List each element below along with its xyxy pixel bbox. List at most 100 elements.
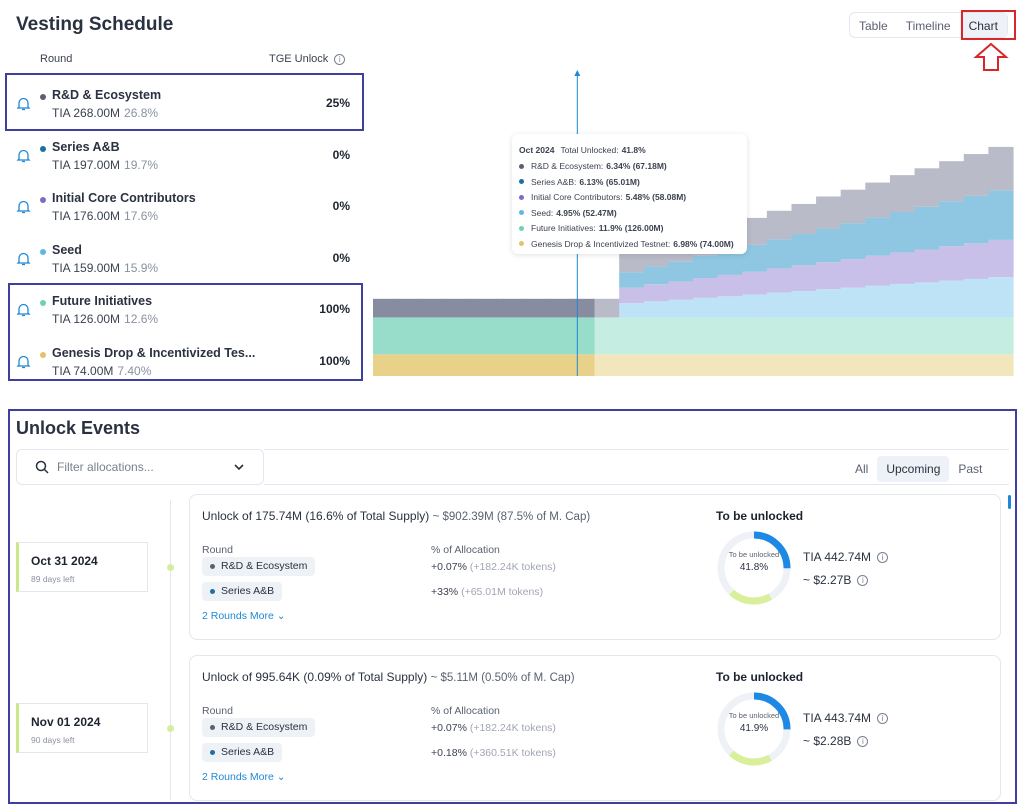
- area-step-future-initiatives: [791, 317, 817, 355]
- more-rounds-link[interactable]: 2 Rounds More ⌄: [202, 771, 286, 783]
- area-step-series-a-b: [889, 212, 916, 253]
- round-name: Series A&B: [221, 585, 275, 597]
- tia-value: TIA 442.74M: [803, 550, 872, 564]
- area-step-seed: [865, 285, 891, 318]
- allocation-pct: +33%: [431, 586, 459, 598]
- area-step-r-d-ecosystem: [471, 298, 497, 318]
- info-icon[interactable]: i: [877, 552, 889, 564]
- area-step-genesis-drop-incentivized-testnet: [693, 354, 719, 376]
- vesting-row[interactable]: Series A&B TIA 197.00M 19.7% 0%: [16, 138, 356, 186]
- area-step-future-initiatives: [545, 317, 571, 355]
- area-step-future-initiatives: [840, 317, 866, 355]
- highlight-box: [8, 283, 363, 381]
- area-step-r-d-ecosystem: [520, 298, 546, 318]
- scrollbar[interactable]: [1008, 495, 1011, 509]
- unlock-amount: Unlock of 175.74M (16.6% of Total Supply…: [202, 509, 430, 523]
- round-chip: Series A&B: [202, 743, 283, 762]
- area-step-r-d-ecosystem: [816, 196, 842, 229]
- area-step-r-d-ecosystem: [939, 161, 965, 202]
- round-chip: R&D & Ecosystem: [202, 718, 316, 737]
- round-tokens: TIA 176.00M: [52, 209, 121, 223]
- bell-icon[interactable]: [16, 148, 32, 164]
- tooltip-item-label: Initial Core Contributors:: [531, 192, 623, 203]
- area-step-genesis-drop-incentivized-testnet: [643, 354, 669, 376]
- donut-label: To be unlocked: [728, 711, 780, 720]
- legend-dot: [519, 225, 524, 231]
- area-step-seed: [619, 303, 645, 318]
- round-tokens: TIA 197.00M: [52, 157, 121, 172]
- round-amount: TIA 197.00M 19.7%: [52, 158, 158, 172]
- tab-table[interactable]: Table: [850, 13, 897, 37]
- usd-value: ~ $2.28B: [803, 734, 852, 748]
- area-step-seed: [791, 291, 817, 318]
- area-step-genesis-drop-incentivized-testnet: [397, 354, 423, 376]
- tooltip-item-label: R&D & Ecosystem:: [531, 161, 604, 172]
- legend-dot: [519, 179, 524, 185]
- more-rounds-link[interactable]: 2 Rounds More ⌄: [202, 610, 286, 622]
- area-step-future-initiatives: [816, 317, 842, 355]
- area-step-initial-core-contributors: [840, 259, 866, 288]
- column-allocation: % of Allocation: [431, 705, 500, 717]
- area-step-r-d-ecosystem: [373, 298, 399, 318]
- tooltip-item: Seed: 4.95% (52.47M): [519, 205, 740, 221]
- tab-all[interactable]: All: [846, 456, 877, 482]
- area-step-r-d-ecosystem: [766, 210, 793, 240]
- info-icon[interactable]: i: [334, 53, 346, 65]
- days-left: 89 days left: [31, 574, 75, 584]
- round-share: 15.9%: [124, 260, 159, 275]
- tooltip-item-label: Seed:: [531, 207, 554, 218]
- area-step-initial-core-contributors: [816, 262, 842, 290]
- vesting-row[interactable]: Initial Core Contributors TIA 176.00M 17.…: [16, 189, 356, 237]
- round-chip: Series A&B: [202, 582, 283, 601]
- tab-upcoming[interactable]: Upcoming: [877, 456, 950, 482]
- tooltip-item-value: 6.34% (67.18M): [606, 161, 667, 172]
- round-color-dot: [210, 588, 215, 594]
- column-tge-label: TGE Unlock: [269, 53, 329, 65]
- tab-past[interactable]: Past: [949, 456, 991, 482]
- area-step-genesis-drop-incentivized-testnet: [742, 354, 768, 376]
- tab-timeline[interactable]: Timeline: [897, 13, 960, 37]
- area-step-r-d-ecosystem: [963, 154, 989, 196]
- info-icon[interactable]: i: [877, 713, 889, 725]
- more-rounds-label: 2 Rounds More: [202, 771, 274, 783]
- round-name: R&D & Ecosystem: [221, 560, 308, 572]
- tooltip-item: Initial Core Contributors: 5.48% (58.08M): [519, 190, 740, 206]
- area-step-genesis-drop-incentivized-testnet: [939, 354, 965, 376]
- area-step-genesis-drop-incentivized-testnet: [766, 354, 793, 376]
- area-step-initial-core-contributors: [988, 239, 1014, 278]
- area-step-initial-core-contributors: [766, 268, 793, 293]
- area-step-genesis-drop-incentivized-testnet: [619, 354, 645, 376]
- area-step-seed: [693, 297, 719, 318]
- tooltip-item-value: 5.48% (58.08M): [625, 192, 687, 203]
- area-step-future-initiatives: [397, 317, 423, 355]
- bell-icon[interactable]: [16, 251, 32, 267]
- vesting-row[interactable]: Seed TIA 159.00M 15.9% 0%: [16, 241, 356, 289]
- search-icon: [35, 460, 49, 474]
- timeline-dot: [167, 725, 174, 732]
- legend-dot: [519, 194, 524, 200]
- area-step-initial-core-contributors: [717, 274, 743, 297]
- area-step-genesis-drop-incentivized-testnet: [988, 354, 1014, 376]
- area-step-r-d-ecosystem: [496, 298, 522, 318]
- round-name: R&D & Ecosystem: [221, 721, 308, 733]
- area-step-seed: [963, 278, 989, 318]
- info-icon[interactable]: i: [857, 575, 869, 587]
- area-step-future-initiatives: [766, 317, 793, 355]
- info-icon[interactable]: i: [857, 736, 869, 748]
- bell-icon[interactable]: [16, 199, 32, 215]
- area-step-genesis-drop-incentivized-testnet: [717, 354, 743, 376]
- tooltip-item: Series A&B: 6.13% (65.01M): [519, 174, 740, 190]
- area-step-r-d-ecosystem: [545, 298, 571, 318]
- area-step-genesis-drop-incentivized-testnet: [668, 354, 694, 376]
- round-color-dot: [210, 563, 215, 569]
- area-step-r-d-ecosystem: [914, 168, 940, 207]
- tia-remaining: TIA 443.74M i: [803, 711, 889, 725]
- area-step-genesis-drop-incentivized-testnet: [889, 354, 916, 376]
- column-tge-unlock: TGE Unlock i: [269, 53, 346, 65]
- area-step-series-a-b: [766, 239, 793, 269]
- round-color-dot: [40, 248, 46, 255]
- tooltip-item-value: 6.13% (65.01M): [579, 176, 640, 187]
- filter-allocations-dropdown[interactable]: Filter allocations...: [16, 449, 264, 485]
- area-step-series-a-b: [840, 223, 866, 260]
- tooltip-item: R&D & Ecosystem: 6.34% (67.18M): [519, 159, 740, 175]
